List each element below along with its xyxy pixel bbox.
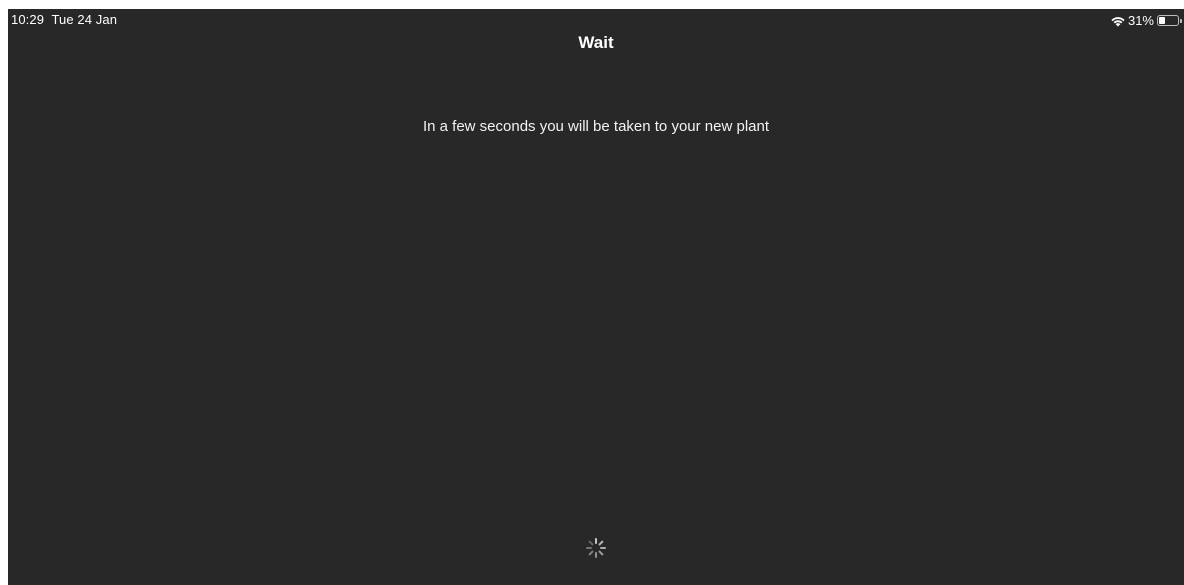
loading-message: In a few seconds you will be taken to yo… [422, 118, 770, 135]
battery-percent: 31% [1127, 12, 1154, 28]
status-indicators: 31% [1110, 12, 1184, 28]
spinner-bar [586, 547, 592, 549]
status-bar: 10:29 Tue 24 Jan 31% [8, 9, 1184, 31]
spinner-bar [588, 550, 594, 556]
status-date: Tue 24 Jan [51, 12, 118, 27]
page-title: Wait [578, 33, 614, 52]
spinner-bar [595, 552, 597, 558]
spinner-bar [595, 538, 597, 544]
status-time-date: 10:29 Tue 24 Jan [11, 12, 117, 27]
spinner-bar [598, 540, 604, 546]
status-time: 10:29 [11, 12, 45, 27]
app-screen: 10:29 Tue 24 Jan 31% Wait In a few secon… [8, 9, 1184, 585]
battery-icon [1157, 14, 1182, 26]
spinner-bar [598, 550, 604, 556]
battery-cap [1180, 18, 1182, 23]
battery-level-fill [1159, 16, 1165, 24]
spinner-bar [588, 540, 594, 546]
wifi-icon [1110, 14, 1126, 27]
spinner-bar [600, 547, 606, 549]
activity-spinner-icon [585, 537, 607, 559]
